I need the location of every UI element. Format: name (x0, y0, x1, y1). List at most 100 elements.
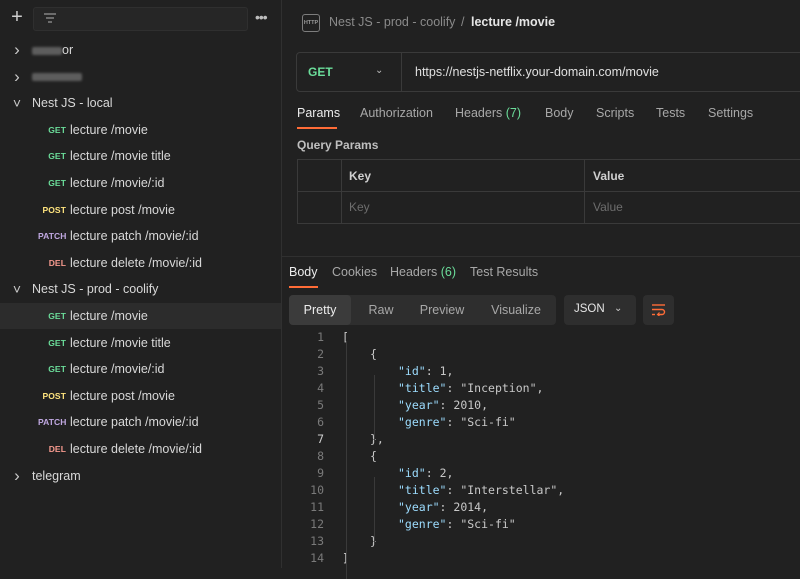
chevron-down-icon: ⌄ (375, 65, 384, 76)
language-select[interactable]: JSON ⌄ (564, 295, 636, 325)
folder-label: Nest JS - local (32, 90, 113, 116)
value-input[interactable]: Value (593, 200, 623, 214)
code-text: "year": 2014, (398, 500, 489, 514)
request-item[interactable]: GET lecture /movie/:id (0, 170, 281, 196)
active-tab-indicator (297, 127, 337, 129)
folder-label-text: telegram (32, 468, 81, 483)
method-badge: GET (48, 364, 66, 375)
view-raw-button[interactable]: Raw (351, 295, 411, 325)
request-item[interactable]: DEL lecture delete /movie/:id (0, 250, 281, 276)
tab-scripts[interactable]: Scripts (596, 106, 634, 120)
request-label: lecture post /movie (70, 202, 175, 217)
chevron-down-icon[interactable]: ˅ (11, 276, 23, 302)
response-tab-headers[interactable]: Headers (6) (390, 265, 456, 279)
request-item[interactable]: PATCH lecture patch /movie/:id (0, 409, 281, 435)
chevron-right-icon[interactable]: › (11, 64, 23, 90)
key-input[interactable]: Key (349, 200, 370, 214)
redacted-text (32, 46, 62, 55)
code-text: "year": 2010, (398, 398, 489, 412)
collection-folder[interactable]: ˅ Nest JS - prod - coolify (0, 276, 281, 302)
request-item[interactable]: POST lecture post /movie (0, 197, 281, 223)
folder-label-text: Nest JS - local (32, 96, 113, 111)
tab-headers-count: (7) (505, 106, 522, 120)
collection-folder[interactable]: › (0, 64, 281, 90)
request-item[interactable]: DEL lecture delete /movie/:id (0, 436, 281, 462)
chevron-right-icon[interactable]: › (11, 463, 23, 489)
method-badge: DEL (48, 444, 66, 454)
response-divider[interactable] (282, 256, 800, 257)
filter-input[interactable] (33, 7, 248, 31)
column-divider (341, 160, 342, 223)
response-tab-test-results[interactable]: Test Results (470, 265, 538, 279)
request-item[interactable]: GET lecture /movie title (0, 143, 281, 169)
folder-label: or (32, 37, 73, 63)
tab-headers-label: Headers (455, 106, 503, 120)
request-item[interactable]: GET lecture /movie/:id (0, 356, 281, 382)
tab-authorization[interactable]: Authorization (360, 106, 433, 120)
request-item[interactable]: GET lecture /movie title (0, 330, 281, 356)
method-label: GET (308, 65, 333, 79)
tab-tests[interactable]: Tests (656, 106, 685, 120)
line-number: 10 (310, 483, 324, 497)
method-badge: GET (48, 178, 66, 188)
folder-label-text: Nest JS - prod - coolify (32, 282, 159, 297)
response-tab-body[interactable]: Body (289, 265, 318, 279)
request-label: lecture /movie (70, 122, 148, 137)
method-badge: GET (48, 337, 66, 348)
line-number: 7 (317, 432, 324, 446)
view-pretty-button[interactable]: Pretty (289, 295, 351, 325)
chevron-down-icon[interactable]: ˅ (11, 90, 23, 116)
method-badge: GET (48, 151, 66, 162)
request-label: lecture /movie/:id (70, 362, 165, 377)
chevron-right-icon[interactable]: › (11, 37, 23, 63)
collection-folder[interactable]: › or (0, 37, 281, 63)
table-header-row (298, 160, 800, 192)
breadcrumb-parent[interactable]: Nest JS - prod - coolify (329, 15, 455, 29)
collection-folder[interactable]: › telegram (0, 463, 281, 489)
filter-icon (44, 13, 56, 23)
method-select[interactable]: GET ⌄ (297, 53, 402, 91)
method-badge: GET (48, 311, 66, 321)
line-number: 8 (317, 449, 324, 463)
line-number: 5 (317, 398, 324, 412)
plus-icon[interactable]: + (8, 7, 26, 27)
method-badge: POST (42, 204, 66, 215)
query-params-table: Key Value Key Value (297, 159, 800, 224)
more-icon[interactable]: ••• (255, 8, 271, 26)
sidebar-toolbar: + ••• (0, 0, 281, 36)
request-label: lecture /movie title (70, 149, 171, 164)
tab-body[interactable]: Body (545, 106, 574, 120)
view-preview-button[interactable]: Preview (411, 295, 473, 325)
code-text: { (370, 347, 377, 361)
request-item[interactable]: POST lecture post /movie (0, 383, 281, 409)
code-text: "genre": "Sci-fi" (398, 517, 516, 531)
tab-params[interactable]: Params (297, 106, 340, 120)
line-number: 11 (310, 500, 324, 514)
code-text: }, (370, 432, 384, 446)
code-text: "title": "Interstellar", (398, 483, 565, 497)
wrap-lines-button[interactable] (643, 295, 674, 325)
request-item[interactable]: PATCH lecture patch /movie/:id (0, 223, 281, 249)
code-text: "id": 1, (398, 364, 454, 378)
method-badge: GET (48, 124, 66, 135)
request-label: lecture /movie title (70, 335, 171, 350)
url-input[interactable]: https://nestjs-netflix.your-domain.com/m… (415, 65, 659, 79)
code-text: "id": 2, (398, 466, 454, 480)
request-label: lecture delete /movie/:id (70, 255, 203, 270)
collection-folder[interactable]: ˅ Nest JS - local (0, 90, 281, 116)
method-badge: POST (42, 390, 66, 401)
tab-headers[interactable]: Headers (7) (455, 106, 521, 120)
response-tab-cookies[interactable]: Cookies (332, 265, 377, 279)
value-column-header: Value (593, 169, 625, 183)
request-label: lecture /movie (70, 309, 148, 323)
breadcrumb-current[interactable]: lecture /movie (471, 15, 555, 29)
chevron-down-icon: ⌄ (614, 303, 623, 314)
line-number: 4 (317, 381, 324, 395)
code-text: { (370, 449, 377, 463)
request-item[interactable]: GET lecture /movie (0, 303, 281, 329)
request-label: lecture patch /movie/:id (70, 229, 199, 244)
response-tab-headers-count: (6) (440, 265, 457, 279)
view-visualize-button[interactable]: Visualize (479, 295, 553, 325)
request-item[interactable]: GET lecture /movie (0, 117, 281, 143)
tab-settings[interactable]: Settings (708, 106, 753, 120)
